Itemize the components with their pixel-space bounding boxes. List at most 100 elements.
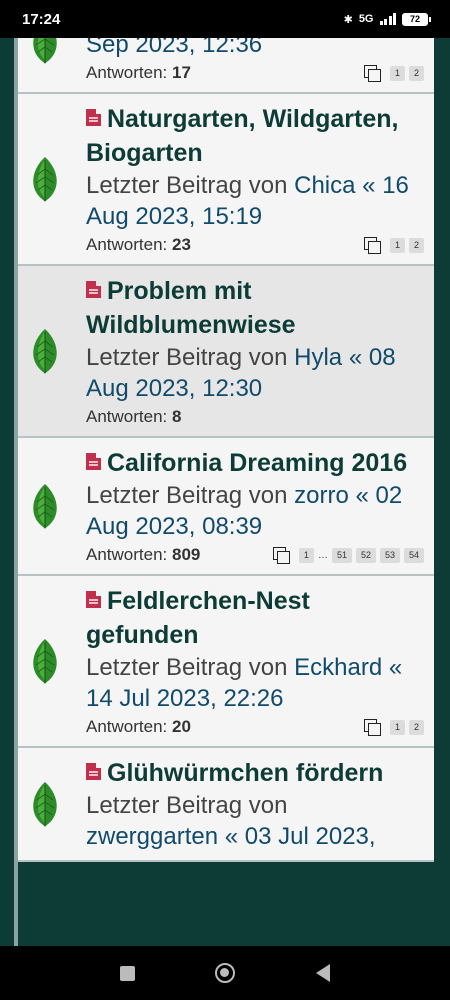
leaf-icon: [28, 155, 62, 203]
last-post-info: Letzter Beitrag von zwerggarten « 03 Jul…: [86, 790, 424, 852]
replies-label: Antworten:: [86, 545, 168, 564]
last-post-info: Letzter Beitrag von kaunis « 02 Sep 2023…: [86, 38, 424, 60]
home-button[interactable]: [215, 963, 236, 983]
replies-label: Antworten:: [86, 407, 168, 426]
topic-title-text[interactable]: Feldlerchen-Nest gefunden: [86, 587, 310, 649]
topic-title[interactable]: California Dreaming 2016: [86, 446, 424, 480]
topic-pagination: 12: [363, 65, 424, 82]
android-nav-bar: [0, 946, 450, 1000]
topic-row[interactable]: Problem mit Wildblumenwiese Letzter Beitr…: [18, 266, 434, 438]
last-post-user-link[interactable]: Eckhard: [294, 654, 382, 681]
signal-icon: [379, 13, 396, 25]
last-post-user-link[interactable]: Chica: [294, 172, 355, 199]
pages-icon: [363, 719, 381, 736]
status-icons: ✱ 5G 72: [343, 12, 431, 26]
replies-value: 8: [172, 407, 182, 426]
replies-count: Antworten: 8: [86, 407, 181, 427]
topic-pagination: 12: [363, 719, 424, 736]
topic-title-text[interactable]: Problem mit Wildblumenwiese: [86, 277, 296, 339]
last-post-prefix: Letzter Beitrag von: [86, 172, 288, 199]
leaf-icon: [28, 637, 62, 685]
last-post-info: Letzter Beitrag von zorro « 02 Aug 2023,…: [86, 480, 424, 542]
last-post-user-link[interactable]: zorro: [294, 482, 349, 509]
replies-label: Antworten:: [86, 235, 168, 254]
topic-pagination: 1… 51 52 53 54: [272, 547, 424, 564]
topic-row[interactable]: California Dreaming 2016 Letzter Beitrag …: [18, 438, 434, 576]
replies-value: 809: [172, 545, 201, 564]
page-link[interactable]: 1: [389, 65, 405, 81]
topic-row[interactable]: Glühwürmchen fördern Letzter Beitrag von …: [18, 748, 434, 862]
last-post-date-link[interactable]: 02 Sep 2023, 12:36: [86, 38, 417, 58]
page-link[interactable]: 1: [389, 719, 405, 735]
topic-row[interactable]: Naturgarten, Wildgarten, Biogarten Letzte…: [18, 94, 434, 266]
replies-value: 20: [172, 717, 191, 736]
last-post-separator: «: [348, 344, 363, 371]
network-label: 5G: [358, 13, 374, 25]
last-post-date-link[interactable]: 14 Jul 2023, 22:26: [86, 685, 284, 712]
document-icon: [86, 109, 101, 126]
last-post-info: Letzter Beitrag von Chica « 16 Aug 2023,…: [86, 170, 424, 232]
topic-title[interactable]: Glühwürmchen fördern: [86, 756, 424, 790]
last-post-date-link[interactable]: 03 Jul 2023,: [245, 823, 376, 850]
topic-pagination: 12: [363, 237, 424, 254]
pages-icon: [363, 237, 381, 254]
topic-list: Letzter Beitrag von kaunis « 02 Sep 2023…: [18, 38, 434, 862]
page-link[interactable]: 1: [298, 547, 314, 563]
topic-meta: Antworten: 23 1 2: [86, 234, 424, 256]
bluetooth-icon: ✱: [343, 13, 353, 26]
document-icon: [86, 281, 101, 298]
status-time: 17:24: [22, 10, 61, 28]
pagination-ellipsis: …: [317, 549, 328, 561]
document-icon: [86, 763, 101, 780]
page-link[interactable]: 51: [331, 547, 352, 563]
page-link[interactable]: 2: [408, 65, 424, 81]
topic-title-text[interactable]: Naturgarten, Wildgarten, Biogarten: [86, 105, 398, 167]
page-link[interactable]: 2: [408, 237, 424, 253]
page-link[interactable]: 2: [408, 719, 424, 735]
page-link[interactable]: 1: [389, 237, 405, 253]
last-post-user-link[interactable]: Hyla: [294, 344, 342, 371]
topic-title[interactable]: Problem mit Wildblumenwiese: [86, 274, 424, 342]
battery-icon: 72: [402, 12, 431, 26]
last-post-prefix: Letzter Beitrag von: [86, 654, 288, 681]
topic-meta: Antworten: 809 1… 51 52 53 54: [86, 544, 424, 566]
last-post-user-link[interactable]: zwerggarten: [86, 823, 218, 850]
replies-value: 17: [172, 63, 191, 82]
last-post-prefix: Letzter Beitrag von: [86, 344, 288, 371]
replies-value: 23: [172, 235, 191, 254]
leaf-icon: [28, 780, 62, 828]
topic-title[interactable]: Naturgarten, Wildgarten, Biogarten: [86, 102, 424, 170]
topic-meta: Antworten: 20 1 2: [86, 716, 424, 738]
topic-list-viewport[interactable]: Letzter Beitrag von kaunis « 02 Sep 2023…: [0, 38, 450, 946]
replies-count: Antworten: 809: [86, 545, 200, 565]
replies-count: Antworten: 20: [86, 717, 191, 737]
pages-icon: [272, 547, 290, 564]
replies-count: Antworten: 23: [86, 235, 191, 255]
replies-label: Antworten:: [86, 63, 168, 82]
last-post-separator: «: [388, 654, 403, 681]
back-button[interactable]: [315, 964, 330, 982]
document-icon: [86, 591, 101, 608]
recent-apps-button[interactable]: [120, 965, 136, 981]
last-post-prefix: Letzter Beitrag von: [86, 792, 288, 819]
page-link[interactable]: 54: [403, 547, 424, 563]
leaf-icon: [28, 38, 62, 65]
topic-title-text[interactable]: California Dreaming 2016: [107, 449, 407, 477]
leaf-icon: [28, 482, 62, 530]
last-post-separator: «: [224, 823, 239, 850]
page-link[interactable]: 52: [355, 547, 376, 563]
topic-row[interactable]: Feldlerchen-Nest gefunden Letzter Beitrag…: [18, 576, 434, 748]
topic-title-text[interactable]: Glühwürmchen fördern: [107, 759, 383, 787]
last-post-info: Letzter Beitrag von Hyla « 08 Aug 2023, …: [86, 342, 424, 404]
topic-meta: Antworten: 17 1 2: [86, 62, 424, 84]
topic-title[interactable]: Feldlerchen-Nest gefunden: [86, 584, 424, 652]
page-link[interactable]: 53: [379, 547, 400, 563]
last-post-prefix: Letzter Beitrag von: [86, 482, 288, 509]
last-post-info: Letzter Beitrag von Eckhard « 14 Jul 202…: [86, 652, 424, 714]
leaf-icon: [28, 327, 62, 375]
document-icon: [86, 453, 101, 470]
last-post-separator: «: [362, 172, 376, 199]
topic-row[interactable]: Letzter Beitrag von kaunis « 02 Sep 2023…: [18, 38, 434, 94]
pages-icon: [363, 65, 381, 82]
last-post-separator: «: [355, 482, 369, 509]
